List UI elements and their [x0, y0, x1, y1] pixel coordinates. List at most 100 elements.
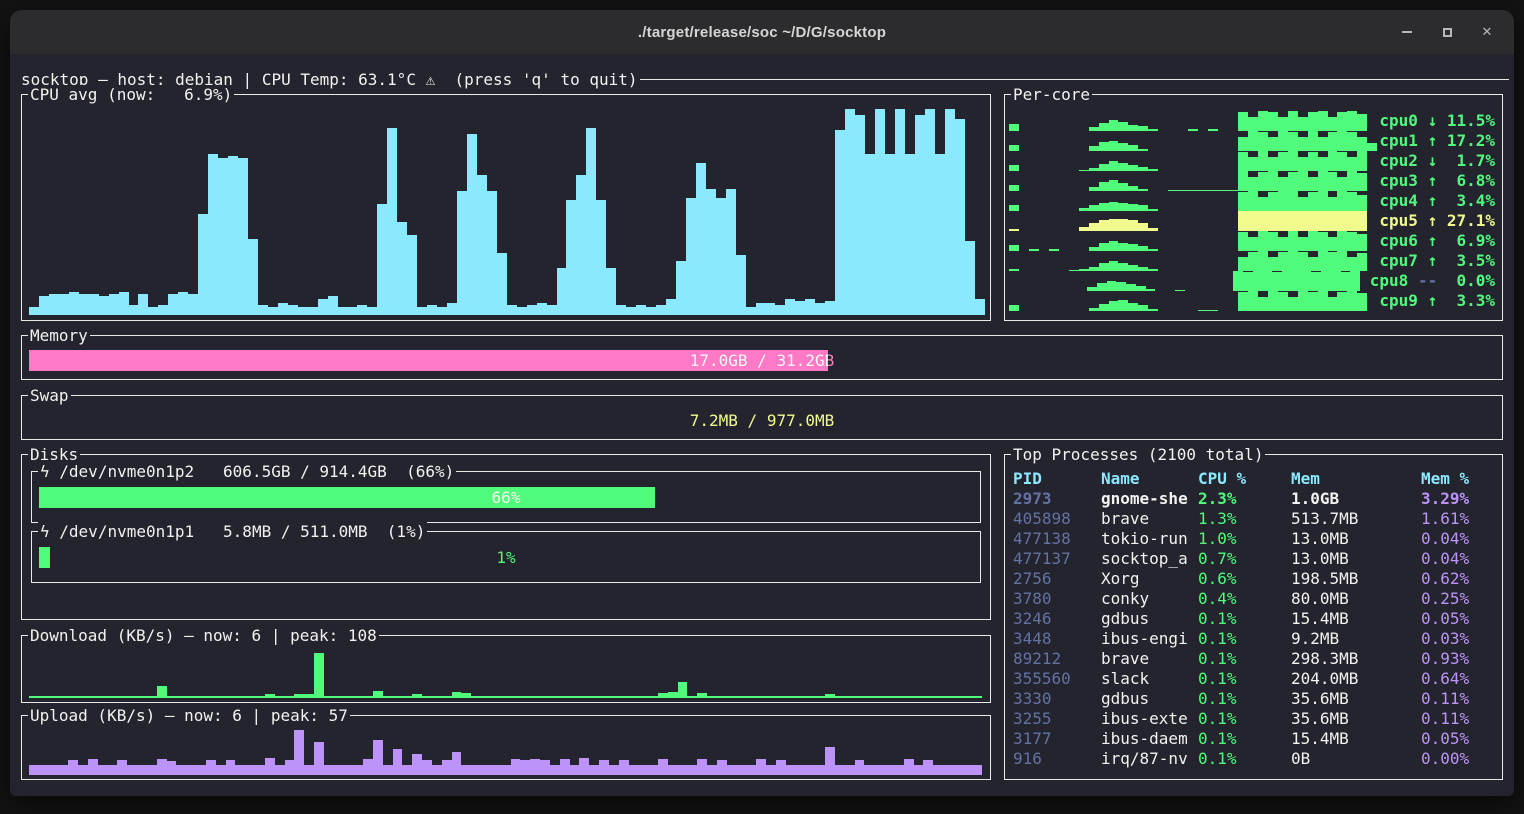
process-pmem: 13.0MB [1291, 529, 1349, 549]
minimize-button[interactable] [1400, 25, 1414, 39]
chart-bar [278, 303, 288, 315]
process-pmem: 9.2MB [1291, 629, 1339, 649]
chart-bar [1308, 292, 1318, 311]
chart-bar [167, 696, 177, 698]
chart-bar [737, 696, 747, 698]
chart-bar [285, 696, 295, 698]
chart-bar [786, 696, 796, 698]
chart-bar [1099, 243, 1109, 251]
chart-bar [1268, 232, 1278, 251]
chart-bar [432, 696, 442, 698]
process-pmemp: 0.05% [1421, 609, 1469, 629]
chart-bar [1238, 232, 1248, 251]
chart-bar [1278, 177, 1288, 191]
chart-bar [914, 765, 924, 775]
chart-bar [1288, 297, 1298, 311]
disk-2-panel: ϟ /dev/nvme0n1p1 5.8MB / 511.0MB (1%) 1%… [31, 531, 981, 583]
core-sparkline [1009, 231, 1377, 251]
process-pcpu: 0.1% [1198, 709, 1237, 729]
core-label: cpu3 ↑ 6.8% [1377, 171, 1500, 191]
chart-bar [1308, 112, 1318, 131]
chart-bar [1258, 251, 1268, 271]
chart-bar [589, 696, 599, 698]
chart-bar [373, 691, 383, 698]
core-trend-icon: ↑ [1428, 191, 1438, 210]
download-chart [29, 648, 983, 698]
chart-bar [497, 253, 507, 315]
process-pcpu: 0.1% [1198, 649, 1237, 669]
chart-bar [501, 696, 511, 698]
process-pmemp: 0.11% [1421, 689, 1469, 709]
close-button[interactable]: ✕ [1480, 25, 1494, 39]
chart-bar [1107, 281, 1117, 291]
chart-bar [119, 292, 129, 315]
chart-bar [344, 765, 354, 775]
upload-panel: Upload (KB/s) — now: 6 | peak: 57 [21, 715, 991, 780]
chart-bar [973, 696, 983, 698]
chart-bar [560, 696, 570, 698]
chart-bar [547, 305, 557, 315]
process-pname: Xorg [1101, 569, 1140, 589]
chart-bar [186, 765, 196, 775]
chart-bar [147, 765, 157, 775]
process-pmem: 35.6MB [1291, 689, 1349, 709]
chart-bar [1347, 132, 1357, 151]
chart-bar [619, 696, 629, 698]
chart-bar [397, 222, 407, 315]
chart-bar [275, 696, 285, 698]
chart-bar [363, 759, 373, 775]
chart-bar [168, 294, 178, 315]
process-pname: gdbus [1101, 609, 1149, 629]
chart-bar [1328, 151, 1338, 171]
process-pmemp: 0.04% [1421, 549, 1469, 569]
chart-bar [1331, 271, 1341, 291]
process-pmemp: 0.11% [1421, 709, 1469, 729]
chart-bar [786, 765, 796, 775]
chart-bar [805, 765, 815, 775]
chart-bar [1278, 211, 1288, 231]
cpu-avg-title: CPU avg (now: 6.9%) [28, 85, 234, 104]
core-row-cpu9: cpu9 ↑ 3.3% [1009, 291, 1500, 311]
chart-bar [589, 765, 599, 775]
chart-bar [1109, 180, 1119, 191]
chart-bar [825, 301, 835, 315]
chart-bar [1328, 172, 1338, 191]
chart-bar [1328, 252, 1338, 271]
chart-bar [666, 299, 676, 315]
process-pmemp: 0.03% [1421, 629, 1469, 649]
chart-bar [1089, 223, 1099, 231]
process-pmemp: 0.64% [1421, 669, 1469, 689]
chart-bar [1337, 112, 1347, 131]
core-label: cpu9 ↑ 3.3% [1377, 291, 1500, 311]
core-trend-icon: ↑ [1428, 291, 1438, 310]
core-row-cpu6: cpu6 ↑ 6.9% [1009, 231, 1500, 251]
chart-bar [471, 765, 481, 775]
chart-bar [727, 765, 737, 775]
titlebar[interactable]: ./target/release/soc ~/D/G/socktop ✕ [10, 10, 1514, 54]
core-row-cpu8: cpu8 -- 0.0% [1009, 271, 1500, 291]
chart-bar [471, 696, 481, 698]
chart-bar [1248, 252, 1258, 271]
process-pname: gnome-she [1101, 489, 1188, 509]
chart-bar [955, 119, 965, 315]
chart-bar [1118, 243, 1128, 251]
chart-bar [1238, 292, 1248, 311]
chart-bar [1128, 220, 1138, 231]
chart-bar [208, 154, 218, 315]
chart-bar [334, 696, 344, 698]
chart-bar [357, 305, 367, 315]
maximize-button[interactable] [1440, 25, 1454, 39]
process-pmem: 15.4MB [1291, 609, 1349, 629]
chart-bar [1347, 111, 1357, 131]
chart-bar [348, 307, 358, 315]
chart-bar [1278, 237, 1288, 251]
chart-bar [935, 154, 945, 315]
chart-bar [442, 696, 452, 698]
chart-bar [1278, 292, 1288, 311]
chart-bar [1288, 111, 1298, 131]
chart-bar [29, 696, 39, 698]
chart-bar [1238, 211, 1248, 231]
chart-bar [324, 696, 334, 698]
process-pname: irq/87-nv [1101, 749, 1188, 769]
chart-bar [874, 696, 884, 698]
